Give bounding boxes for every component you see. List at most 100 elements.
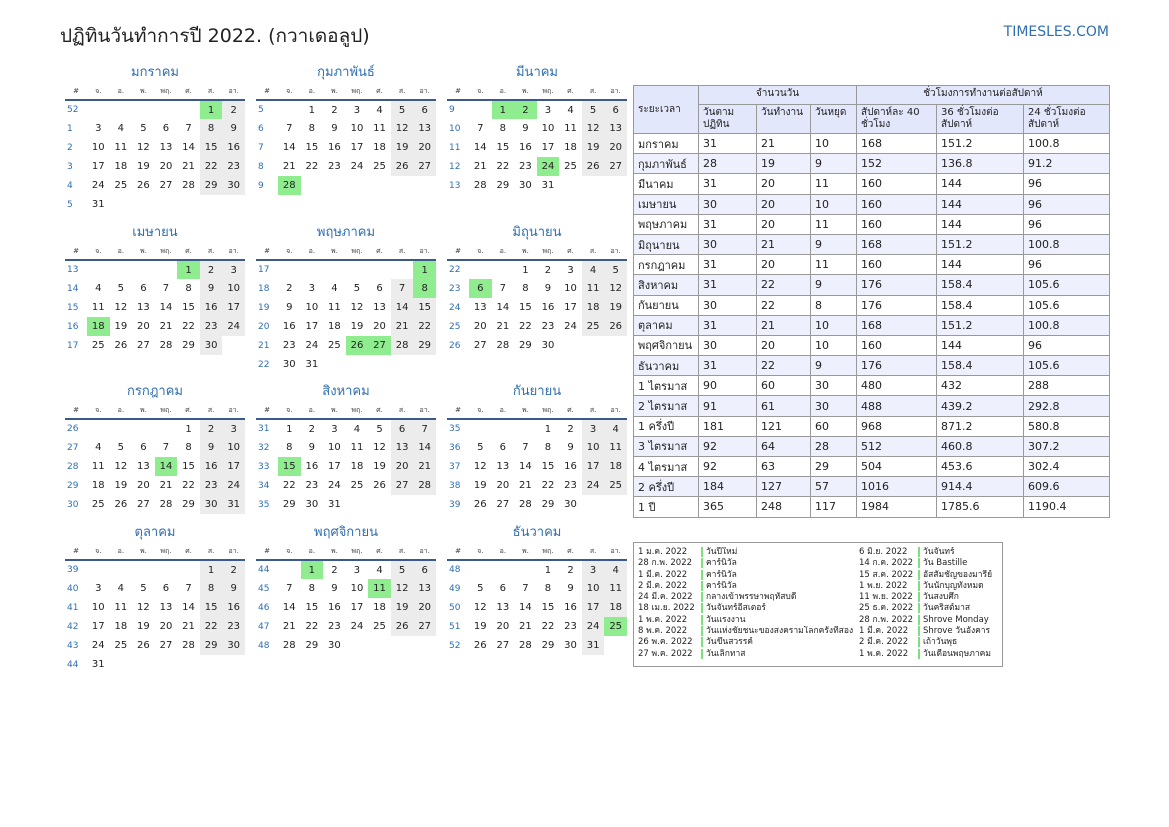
holiday-name: วันปีใหม่ bbox=[706, 547, 738, 557]
week-row: 39 26 27 28 29 30 bbox=[447, 495, 627, 514]
stats-period-cell: 2 ไตรมาส bbox=[633, 395, 699, 417]
day-cell: 26 bbox=[373, 480, 386, 491]
week-row: 6 7 8 9 10 11 12 13 bbox=[256, 119, 436, 138]
holiday-marker bbox=[701, 626, 703, 637]
stats-value-cell: 117 bbox=[810, 496, 857, 518]
month-name: ธันวาคม bbox=[512, 525, 562, 540]
holiday-date: 1 พ.ย. 2022 bbox=[859, 580, 908, 591]
day-cell bbox=[177, 560, 200, 579]
holiday-name: วันคริสต์มาส bbox=[923, 603, 971, 614]
week-row: 34 22 23 24 25 26 27 28 bbox=[256, 476, 436, 495]
stats-value-cell: 21 bbox=[756, 233, 811, 256]
stats-subheader: วันตามปฏิทิน bbox=[698, 104, 757, 134]
holiday-marker bbox=[918, 547, 920, 557]
week-row: 45 7 8 9 10 11 12 13 bbox=[256, 579, 436, 598]
week-row: 47 21 22 23 24 25 26 27 bbox=[256, 617, 436, 636]
stats-subheader-row: วันตามปฏิทิน วันทำงาน วันหยุด สัปดาห์ละ 40 … bbox=[634, 104, 1110, 134]
day-cell bbox=[132, 260, 155, 279]
week-number-header: # bbox=[65, 543, 87, 561]
day-cell: 29 bbox=[305, 640, 319, 651]
weekday-header: อา. bbox=[222, 83, 245, 101]
stats-value-cell: 914.4 bbox=[936, 476, 1024, 498]
week-number: 50 bbox=[449, 602, 461, 613]
day-cell: 11 bbox=[91, 302, 105, 313]
week-row: 48 1 2 3 4 bbox=[447, 560, 627, 579]
weekend-day-cell: 3 bbox=[581, 560, 605, 579]
holiday-date: 18 เม.ย. 2022 bbox=[638, 603, 695, 614]
week-row: 5123456 bbox=[256, 100, 436, 119]
day-cell: 29 bbox=[496, 180, 510, 191]
week-number-header: # bbox=[256, 402, 278, 420]
day-cell: 9 bbox=[286, 302, 293, 313]
week-number: 39 bbox=[449, 499, 461, 510]
day-cell bbox=[200, 655, 223, 674]
day-cell: 23 bbox=[282, 340, 296, 351]
weekend-day-cell: 3 bbox=[581, 419, 605, 438]
stats-value-cell: 92 bbox=[698, 435, 757, 458]
stats-value-cell: 580.8 bbox=[1023, 415, 1110, 437]
weekday-header: อ. bbox=[300, 402, 324, 420]
day-cell: 22 bbox=[496, 161, 510, 172]
week-row: 33 15 16 17 18 19 20 21 bbox=[256, 457, 436, 476]
day-cell: 30 bbox=[541, 340, 555, 351]
weekend-day-cell: 17 bbox=[581, 598, 605, 617]
day-cell: 3 bbox=[353, 104, 361, 116]
weekday-header-row: # จ. อ. พ. พฤ. ศ. ส. อา. bbox=[447, 402, 627, 420]
week-number: 26 bbox=[67, 424, 79, 434]
weekday-header: อา. bbox=[604, 243, 627, 261]
stats-value-cell: 63 bbox=[756, 455, 811, 478]
week-number: 45 bbox=[258, 583, 270, 594]
stats-value-cell: 96 bbox=[1023, 334, 1110, 357]
stats-value-cell: 168 bbox=[856, 132, 937, 155]
day-cell: 31 bbox=[91, 199, 105, 210]
week-row: 42 17 18 19 20 21 22 23 bbox=[65, 617, 245, 636]
day-cell: 14 bbox=[182, 602, 195, 613]
day-cell: 2 bbox=[567, 564, 574, 576]
stats-value-cell: 96 bbox=[1023, 173, 1110, 195]
day-cell: 14 bbox=[519, 602, 532, 613]
day-cell: 25 bbox=[114, 180, 128, 191]
holiday-date: 28 ก.พ. 2022 bbox=[638, 558, 693, 569]
day-cell bbox=[413, 495, 436, 514]
day-cell bbox=[155, 655, 178, 674]
day-cell: 6 bbox=[140, 442, 147, 453]
day-cell: 23 bbox=[305, 480, 319, 491]
day-cell: 28 bbox=[282, 640, 296, 651]
weekend-day-cell: 4 bbox=[604, 419, 627, 438]
week-row: 13 28 29 30 31 bbox=[447, 176, 627, 195]
week-number: 1 bbox=[67, 123, 73, 134]
week-number: 11 bbox=[449, 142, 461, 153]
weekend-day-cell: 30 bbox=[222, 176, 245, 195]
stats-value-cell: 158.4 bbox=[936, 355, 1024, 377]
day-cell: 21 bbox=[473, 161, 487, 172]
day-cell bbox=[87, 560, 110, 579]
holiday-name: Shrove Monday bbox=[923, 614, 989, 625]
stats-value-cell: 871.2 bbox=[936, 415, 1024, 437]
holiday-row: 2 มี.ค. 2022 เถ้าวันพุธ bbox=[859, 637, 992, 648]
holiday-marker bbox=[918, 637, 920, 648]
stats-value-cell: 504 bbox=[856, 455, 937, 478]
site-link[interactable]: TIMESLES.COM bbox=[1004, 24, 1109, 40]
weekend-day-cell: 16 bbox=[199, 457, 223, 476]
weekend-day-cell: 23 bbox=[222, 157, 245, 176]
day-cell bbox=[222, 655, 245, 674]
day-cell: 19 bbox=[350, 321, 364, 332]
stats-value-cell: 365 bbox=[698, 496, 757, 518]
day-cell: 29 bbox=[541, 640, 555, 651]
day-cell bbox=[110, 195, 133, 214]
week-number: 16 bbox=[67, 321, 79, 332]
weekend-day-cell: 17 bbox=[222, 457, 245, 476]
day-cell: 25 bbox=[373, 621, 386, 632]
day-cell bbox=[582, 495, 605, 514]
week-row: 16 18 19 20 21 22 23 24 bbox=[65, 317, 245, 336]
day-cell: 6 bbox=[162, 583, 170, 594]
holiday-day-cell: 8 bbox=[413, 279, 436, 298]
day-cell: 26 bbox=[137, 640, 150, 651]
stats-value-cell: 61 bbox=[756, 395, 811, 417]
month-table: # จ. อ. พ. พฤ. ศ. ส. อา. 39 1 2 40 3 4 5 6 7 8 9 41 10 11 12 13… bbox=[65, 543, 245, 674]
day-cell bbox=[582, 176, 605, 195]
day-cell: 25 bbox=[564, 161, 577, 172]
stats-value-cell: 105.6 bbox=[1023, 274, 1110, 296]
holiday-marker bbox=[918, 603, 920, 614]
weekday-header: พฤ. bbox=[154, 83, 178, 101]
